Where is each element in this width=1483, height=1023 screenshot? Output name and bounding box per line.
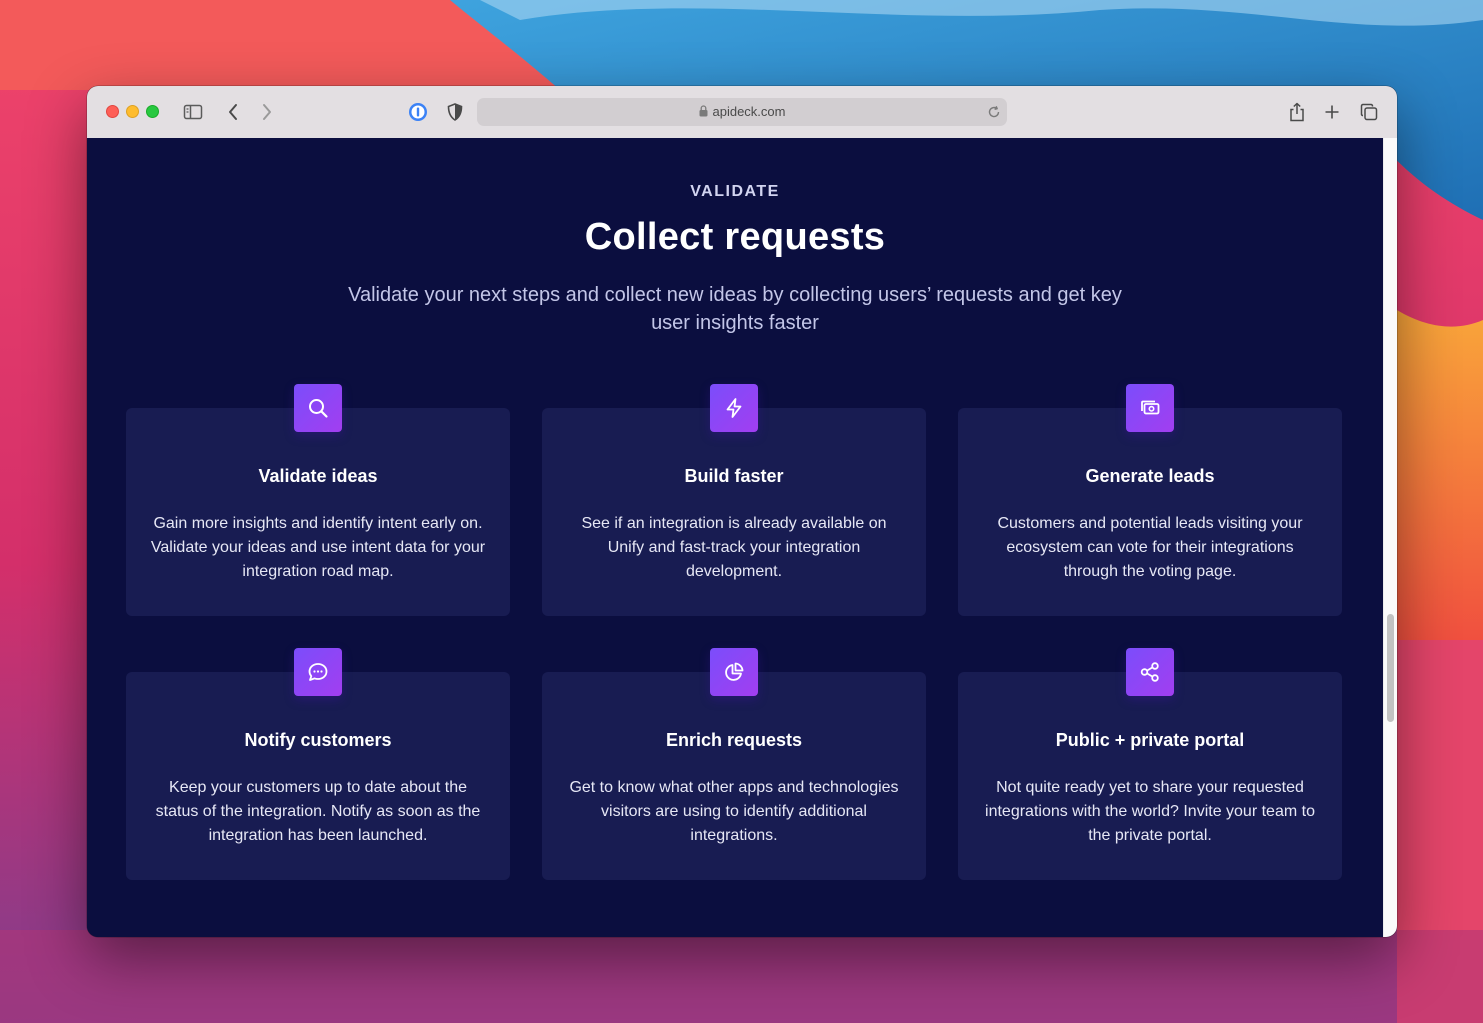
vertical-scrollbar[interactable] — [1383, 138, 1397, 937]
cash-icon — [1126, 384, 1174, 432]
card-title: Notify customers — [244, 730, 392, 750]
card-title: Generate leads — [1085, 466, 1215, 486]
new-tab-plus-icon[interactable] — [1321, 101, 1343, 123]
section-eyebrow: VALIDATE — [690, 183, 780, 200]
section-subtitle: Validate your next steps and collect new… — [348, 284, 1122, 334]
card-description: See if an integration is already availab… — [581, 515, 887, 580]
card-title: Validate ideas — [258, 466, 378, 486]
feature-card-public-private-portal: Public + private portal Not quite ready … — [958, 648, 1342, 880]
browser-toolbar: apideck.com — [87, 86, 1397, 139]
address-bar[interactable]: apideck.com — [477, 98, 1007, 126]
back-chevron-icon[interactable] — [223, 102, 243, 122]
section-title: Collect requests — [584, 216, 886, 258]
close-window-button[interactable] — [106, 105, 119, 118]
card-description: Not quite ready yet to share your reques… — [985, 779, 1315, 844]
card-title: Public + private portal — [1055, 730, 1245, 750]
search-icon — [294, 384, 342, 432]
feature-card-enrich-requests: Enrich requests Get to know what other a… — [542, 648, 926, 880]
lock-icon — [699, 105, 707, 117]
sidebar-toggle-icon[interactable] — [183, 102, 203, 122]
feature-card-generate-leads: Generate leads Customers and potential l… — [958, 384, 1342, 616]
scrollbar-thumb[interactable] — [1387, 614, 1394, 722]
card-title: Build faster — [684, 466, 784, 486]
browser-window: apideck.com VALIDATE Collect requests Va… — [87, 86, 1397, 937]
url-text: apideck.com — [712, 104, 786, 119]
card-description: Keep your customers up to date about the… — [155, 779, 481, 844]
card-title: Enrich requests — [665, 730, 803, 750]
card-description: Customers and potential leads visiting y… — [997, 515, 1303, 580]
feature-card-notify-customers: Notify customers Keep your customers up … — [126, 648, 510, 880]
minimize-window-button[interactable] — [126, 105, 139, 118]
pie-chart-icon — [710, 648, 758, 696]
password-manager-icon[interactable] — [407, 101, 429, 123]
tab-overview-icon[interactable] — [1358, 101, 1380, 123]
card-description: Gain more insights and identify intent e… — [150, 515, 486, 580]
page-content: VALIDATE Collect requests Validate your … — [87, 138, 1383, 937]
chat-icon — [294, 648, 342, 696]
feature-card-build-faster: Build faster See if an integration is al… — [542, 384, 926, 616]
share-icon[interactable] — [1286, 100, 1308, 124]
share-icon — [1126, 648, 1174, 696]
zoom-window-button[interactable] — [146, 105, 159, 118]
reload-icon[interactable] — [987, 105, 1001, 119]
lightning-icon — [710, 384, 758, 432]
forward-chevron-icon[interactable] — [257, 102, 277, 122]
card-description: Get to know what other apps and technolo… — [569, 779, 899, 844]
feature-card-validate-ideas: Validate ideas Gain more insights and id… — [126, 384, 510, 616]
url-display: apideck.com — [477, 98, 1007, 126]
privacy-shield-icon[interactable] — [444, 101, 466, 123]
